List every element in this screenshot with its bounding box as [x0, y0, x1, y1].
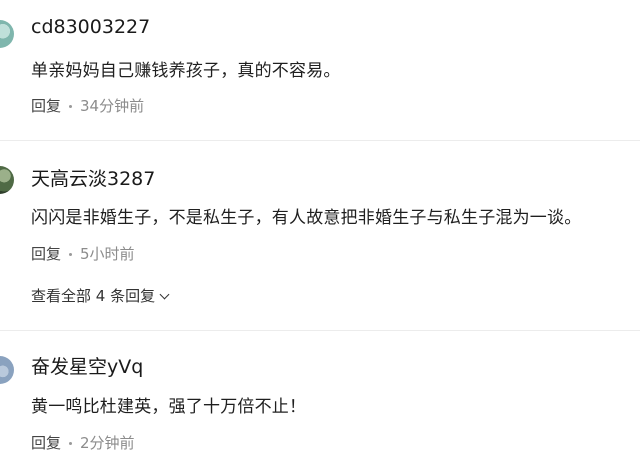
avatar[interactable]	[0, 166, 14, 194]
avatar[interactable]	[0, 20, 14, 48]
comment-meta: 回复 2分钟前	[31, 432, 135, 453]
view-all-replies-link[interactable]: 查看全部 4 条回复	[31, 285, 170, 306]
separator-dot	[69, 442, 73, 445]
comment-username[interactable]: cd83003227	[31, 16, 150, 38]
reply-button[interactable]: 回复	[31, 97, 61, 115]
comment-time: 2分钟前	[80, 434, 135, 452]
avatar[interactable]	[0, 356, 14, 384]
comment-time: 34分钟前	[80, 97, 145, 115]
divider	[0, 140, 640, 141]
separator-dot	[69, 105, 73, 108]
comment-meta: 回复 34分钟前	[31, 95, 144, 116]
reply-button[interactable]: 回复	[31, 245, 61, 263]
comment-text: 黄一鸣比杜建英，强了十万倍不止！	[31, 397, 307, 417]
reply-button[interactable]: 回复	[31, 434, 61, 452]
chevron-down-icon	[159, 289, 170, 300]
view-all-replies-label: 查看全部 4 条回复	[31, 287, 156, 305]
comment-username[interactable]: 奋发星空yVq	[31, 352, 143, 379]
comment-time: 5小时前	[80, 245, 135, 263]
comment-username[interactable]: 天高云淡3287	[31, 164, 155, 191]
separator-dot	[69, 253, 73, 256]
comment-meta: 回复 5小时前	[31, 243, 135, 264]
divider	[0, 330, 640, 331]
comment-text: 闪闪是非婚生子，不是私生子，有人故意把非婚生子与私生子混为一谈。	[31, 208, 582, 228]
comment-text: 单亲妈妈自己赚钱养孩子，真的不容易。	[31, 61, 341, 81]
